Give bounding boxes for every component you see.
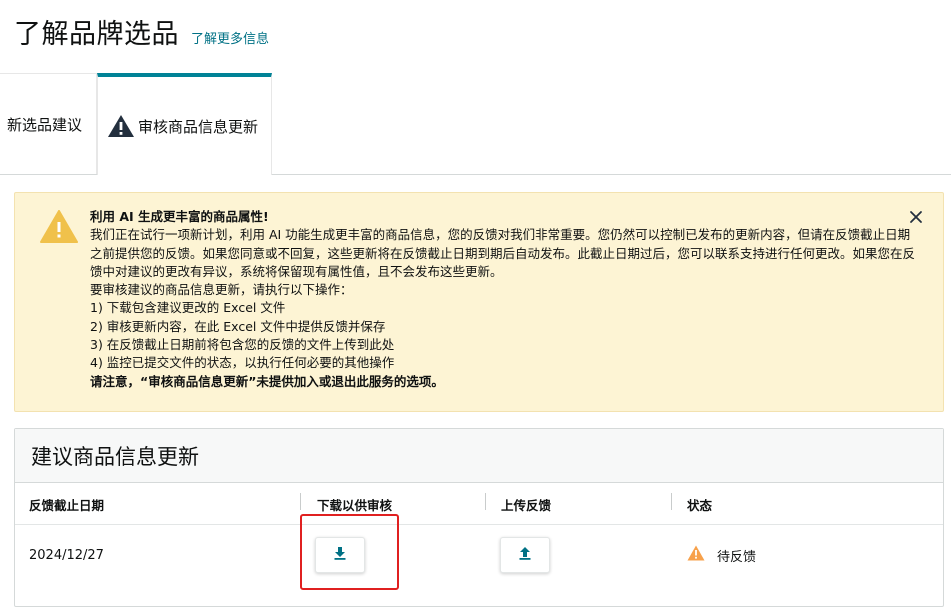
- tab-label: 新选品建议: [7, 115, 83, 134]
- upload-icon: [518, 546, 532, 564]
- panel-title: 建议商品信息更新: [31, 444, 199, 469]
- upload-button[interactable]: [500, 537, 550, 573]
- alert-note: 请注意，“审核商品信息更新”未提供加入或退出此服务的选项。: [90, 373, 444, 389]
- alert-instructions: 要审核建议的商品信息更新，请执行以下操作：: [90, 282, 353, 298]
- warning-icon: [107, 114, 135, 138]
- alert-title: 利用 AI 生成更丰富的商品属性!: [90, 209, 269, 224]
- page-title: 了解品牌选品: [14, 19, 179, 50]
- table-row: 2024/12/27 待反馈: [15, 525, 943, 585]
- column-header-upload: 上传反馈: [501, 497, 552, 513]
- learn-more-link[interactable]: 了解更多信息: [191, 28, 269, 47]
- status-text: 待反馈: [717, 549, 757, 565]
- suggested-updates-panel: 建议商品信息更新 反馈截止日期 下载以供审核 上传反馈 状态 2024/12/2…: [14, 428, 944, 607]
- ai-alert-box: 利用 AI 生成更丰富的商品属性! 我们正在试行一项新计划，利用 AI 功能生成…: [14, 192, 944, 412]
- warning-icon: [40, 210, 78, 247]
- tab-label: 审核商品信息更新: [138, 117, 259, 136]
- panel-header: 建议商品信息更新: [15, 429, 943, 483]
- download-icon: [333, 546, 347, 564]
- tab-bar: 新选品建议 审核商品信息更新: [0, 73, 951, 175]
- column-divider: [300, 493, 301, 510]
- alert-step: 4) 监控已提交文件的状态，以执行任何必要的其他操作: [90, 355, 395, 371]
- alert-paragraph: 我们正在试行一项新计划，利用 AI 功能生成更丰富的商品信息，您的反馈对我们非常…: [90, 227, 916, 279]
- page-header: 了解品牌选品 了解更多信息: [14, 12, 269, 51]
- tab-review-updates[interactable]: 审核商品信息更新: [97, 73, 272, 175]
- column-header-deadline: 反馈截止日期: [29, 497, 105, 513]
- alert-step: 1) 下载包含建议更改的 Excel 文件: [90, 300, 286, 316]
- deadline-cell: 2024/12/27: [29, 547, 104, 563]
- download-button[interactable]: [315, 537, 365, 573]
- status-badge: 待反馈: [687, 545, 756, 565]
- warning-icon: [687, 545, 705, 565]
- close-icon[interactable]: [909, 207, 923, 227]
- column-divider: [671, 493, 672, 510]
- column-divider: [485, 493, 486, 510]
- tab-new-selection[interactable]: 新选品建议: [0, 73, 97, 174]
- alert-step: 2) 审核更新内容，在此 Excel 文件中提供反馈并保存: [90, 318, 386, 334]
- column-header-status: 状态: [687, 497, 713, 513]
- alert-step: 3) 在反馈截止日期前将包含您的反馈的文件上传到此处: [90, 337, 395, 353]
- column-header-download: 下载以供审核: [317, 497, 393, 513]
- table-header: 反馈截止日期 下载以供审核 上传反馈 状态: [15, 483, 943, 525]
